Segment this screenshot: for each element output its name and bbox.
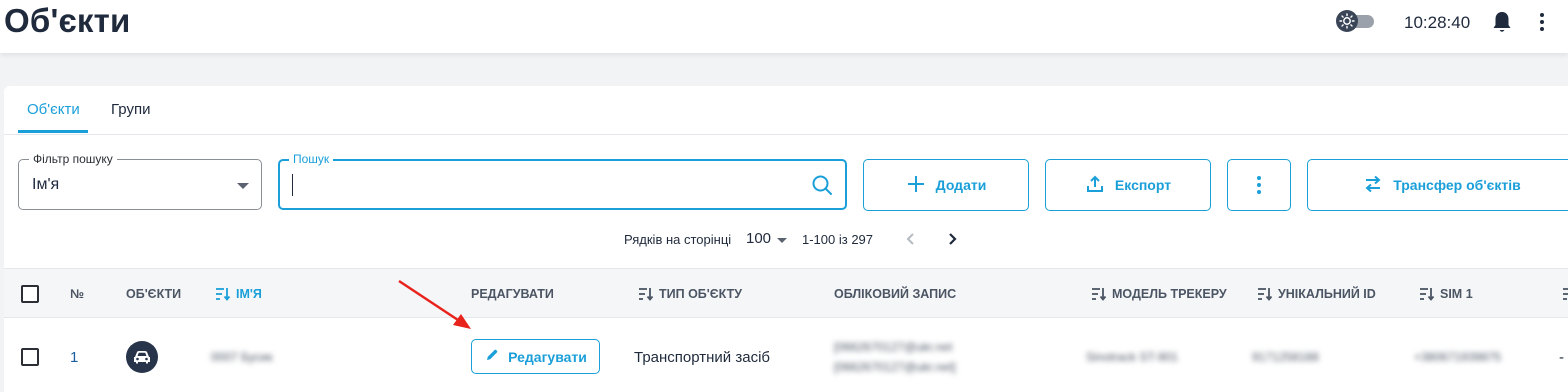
row-account-line1: [0662670127@ukr.net — [834, 340, 953, 354]
sort-icon — [1420, 288, 1435, 301]
tab-groups[interactable]: Групи — [111, 101, 150, 118]
column-number: № — [70, 287, 84, 301]
column-account: ОБЛІКОВИЙ ЗАПИС — [834, 287, 957, 301]
transfer-objects-button[interactable]: Трансфер об'єктів — [1307, 159, 1568, 211]
top-app-bar: Об'єкти 10:28:40 — [0, 0, 1568, 53]
page-title: Об'єкти — [4, 2, 131, 39]
search-filter-select[interactable]: Фільтр пошуку Ім'я — [18, 152, 262, 210]
select-all-checkbox[interactable] — [21, 285, 39, 303]
sort-icon — [216, 288, 231, 301]
column-tracker-model[interactable]: МОДЕЛЬ ТРЕКЕРУ — [1091, 287, 1227, 301]
row-account-line2: [0662670127@ukr.net] — [834, 360, 956, 374]
row-name: 0007 Бусик — [211, 350, 273, 364]
row-tracker-model: Sinotrack ST-901 — [1086, 350, 1179, 364]
chevron-right-icon[interactable] — [945, 231, 959, 247]
objects-card: Об'єкти Групи Фільтр пошуку Ім'я Пошук Д… — [4, 86, 1568, 392]
column-object-type[interactable]: ТИП ОБ'ЄКТУ — [638, 287, 742, 301]
search-input[interactable] — [292, 174, 802, 196]
column-name-label: ІМ'Я — [236, 287, 262, 301]
export-button[interactable]: Експорт — [1045, 159, 1211, 211]
rows-per-page-label: Рядків на сторінці — [624, 232, 732, 247]
plus-icon — [906, 174, 926, 197]
dropdown-caret-icon — [237, 183, 249, 189]
column-name[interactable]: ІМ'Я — [215, 287, 262, 301]
row-unique-id: 9171258188 — [1252, 350, 1319, 364]
sun-icon — [1336, 10, 1358, 32]
column-unique-id[interactable]: УНІКАЛЬНИЙ ID — [1257, 287, 1376, 301]
pencil-icon — [484, 347, 500, 366]
more-vert-icon[interactable] — [1532, 11, 1552, 33]
tab-objects[interactable]: Об'єкти — [27, 101, 80, 118]
more-actions-button[interactable] — [1227, 159, 1291, 211]
active-tab-indicator — [18, 130, 88, 133]
column-unique-id-label: УНІКАЛЬНИЙ ID — [1278, 287, 1376, 301]
upload-icon — [1085, 174, 1105, 197]
page-range: 1-100 із 297 — [802, 232, 874, 247]
sort-icon — [1258, 288, 1273, 301]
table-row[interactable]: 1 0007 Бусик Редагувати Транспортний зас… — [4, 318, 1568, 392]
column-edit: РЕДАГУВАТИ — [471, 287, 554, 301]
rows-per-page-select[interactable]: 100 — [746, 230, 771, 247]
search-field[interactable]: Пошук — [278, 152, 847, 210]
search-legend: Пошук — [289, 152, 334, 166]
rows-caret-icon[interactable] — [777, 238, 787, 243]
chevron-left-icon[interactable] — [904, 231, 918, 247]
search-icon[interactable] — [811, 174, 833, 196]
add-button-label: Додати — [935, 177, 987, 193]
column-tracker-model-label: МОДЕЛЬ ТРЕКЕРУ — [1112, 287, 1227, 301]
add-button[interactable]: Додати — [863, 159, 1029, 211]
sort-icon — [1092, 288, 1107, 301]
sort-icon[interactable] — [1562, 287, 1568, 301]
row-object-type: Транспортний засіб — [634, 349, 770, 366]
clock: 10:28:40 — [1404, 13, 1471, 32]
column-objects: ОБ'ЄКТИ — [126, 287, 182, 301]
car-icon — [126, 341, 158, 373]
export-button-label: Експорт — [1114, 177, 1172, 193]
filter-legend: Фільтр пошуку — [29, 152, 117, 166]
swap-icon — [1363, 174, 1383, 197]
row-extra: - — [1559, 349, 1564, 366]
column-sim1-label: SIM 1 — [1440, 287, 1473, 301]
edit-button-label: Редагувати — [508, 348, 587, 365]
row-number: 1 — [70, 349, 79, 366]
row-sim1: +380671939875 — [1414, 350, 1502, 364]
annotation-arrow-icon — [398, 279, 471, 329]
sort-icon — [639, 288, 654, 301]
transfer-button-label: Трансфер об'єктів — [1393, 177, 1521, 193]
row-checkbox[interactable] — [21, 348, 39, 366]
table-header: № ОБ'ЄКТИ ІМ'Я РЕДАГУВАТИ ТИП ОБ'ЄКТУ ОБ… — [4, 268, 1568, 318]
filter-value: Ім'я — [32, 176, 60, 193]
column-sim1[interactable]: SIM 1 — [1419, 287, 1473, 301]
theme-toggle[interactable] — [1336, 10, 1374, 32]
edit-button[interactable]: Редагувати — [471, 339, 600, 374]
column-object-type-label: ТИП ОБ'ЄКТУ — [659, 287, 743, 301]
bell-icon[interactable] — [1491, 10, 1513, 34]
tab-bar: Об'єкти Групи — [4, 86, 1568, 135]
